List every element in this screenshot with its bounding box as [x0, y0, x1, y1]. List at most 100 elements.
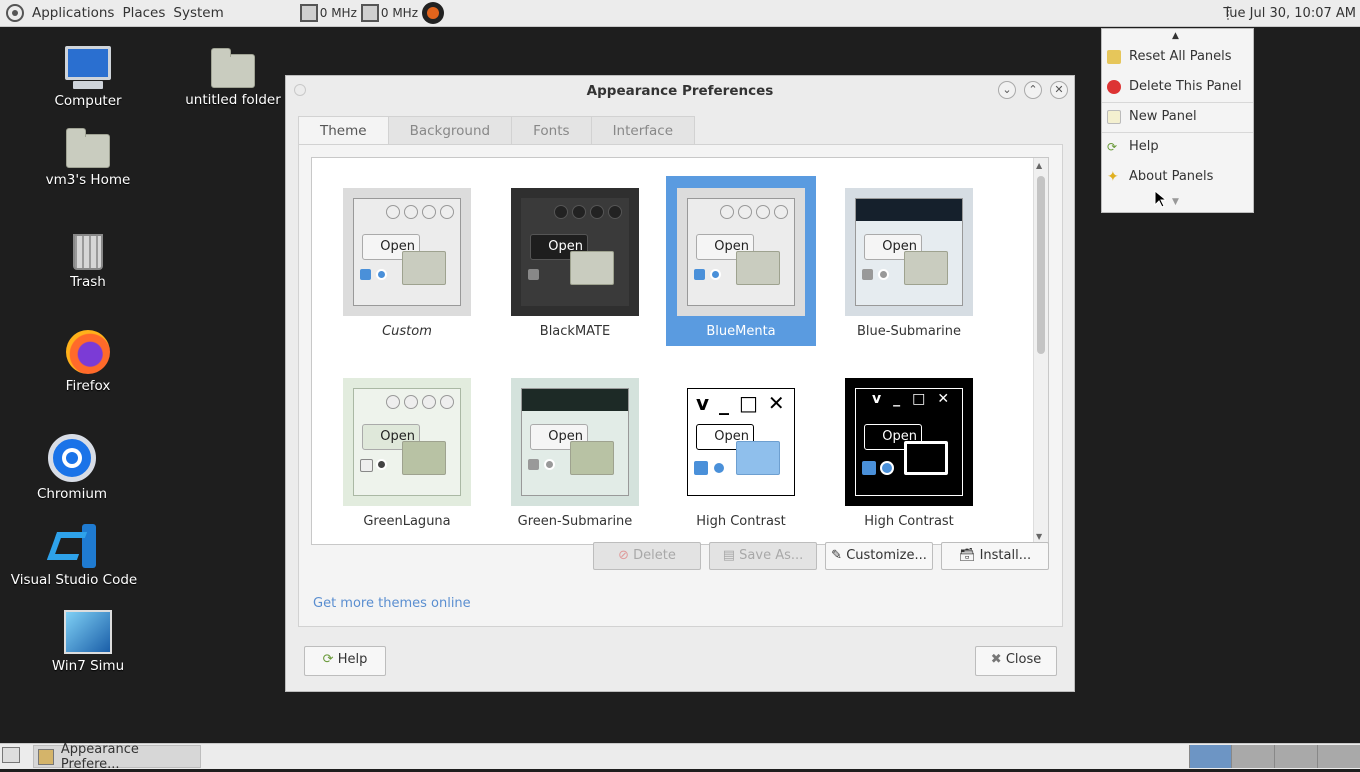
- menu-item-reset-all-panels[interactable]: Reset All Panels: [1102, 42, 1253, 71]
- vscode-icon: [52, 524, 96, 568]
- save-icon: ▤: [722, 548, 736, 563]
- tab-theme[interactable]: Theme: [298, 116, 389, 145]
- theme-item[interactable]: Open BlackMATE: [500, 176, 650, 346]
- scroll-up-icon[interactable]: ▲: [1036, 161, 1042, 170]
- theme-name: GreenLaguna: [363, 514, 451, 529]
- help-icon: ⟳: [322, 652, 334, 667]
- desktop-icon-label: Trash: [70, 274, 106, 290]
- help-icon: ⟳: [1107, 139, 1118, 154]
- theme-item[interactable]: Open Custom: [332, 176, 482, 346]
- folder-icon: [570, 441, 614, 475]
- taskbar-item-appearance[interactable]: Appearance Prefere...: [33, 742, 201, 772]
- customize-icon: ✎: [831, 548, 843, 563]
- folder-icon: [904, 441, 948, 475]
- theme-item[interactable]: v_□✕ Open High Contrast: [666, 366, 816, 536]
- cpu-freq-monitor-2[interactable]: 0 MHz: [360, 4, 418, 22]
- desktop-icon-label: Visual Studio Code: [10, 572, 138, 588]
- win7-simu-icon: [64, 610, 112, 654]
- help-label: Help: [337, 652, 368, 667]
- desktop-icon-trash[interactable]: Trash: [28, 230, 148, 290]
- theme-preview: Open: [343, 188, 471, 316]
- desktop-icon-untitled-folder[interactable]: untitled folder: [183, 48, 283, 108]
- menu-item-new-panel[interactable]: New Panel: [1102, 102, 1253, 131]
- theme-name: Blue-Submarine: [856, 324, 962, 339]
- menu-item-label: Reset All Panels: [1129, 49, 1232, 64]
- theme-preview: Open: [343, 378, 471, 506]
- desktop-icon-label: Firefox: [65, 378, 111, 394]
- theme-tab-panel: Open Custom Open BlackMATE Open BlueMent…: [298, 144, 1063, 627]
- theme-item[interactable]: Open Blue-Submarine: [834, 176, 984, 346]
- show-desktop-icon[interactable]: [2, 747, 20, 763]
- theme-item[interactable]: Open GreenLaguna: [332, 366, 482, 536]
- appearance-app-icon: [38, 748, 54, 765]
- menu-scroll-up-icon[interactable]: ▲: [1172, 31, 1179, 41]
- help-button[interactable]: ⟳ Help: [304, 646, 386, 676]
- workspace-1[interactable]: [1189, 745, 1231, 768]
- desktop-icon-home[interactable]: vm3's Home: [28, 128, 148, 188]
- theme-name: Custom: [382, 324, 432, 339]
- delete-label: Delete: [633, 548, 676, 563]
- save-as-button[interactable]: ▤ Save As...: [709, 542, 817, 570]
- menu-scroll-down-icon[interactable]: ▼: [1172, 197, 1179, 207]
- theme-list-scrollbar[interactable]: ▲ ▼: [1033, 158, 1048, 544]
- maximize-button[interactable]: ⌃: [1024, 81, 1042, 99]
- close-window-button[interactable]: ✕: [1050, 81, 1068, 99]
- scroll-down-icon[interactable]: ▼: [1036, 532, 1042, 541]
- customize-button[interactable]: ✎ Customize...: [825, 542, 933, 570]
- scroll-thumb[interactable]: [1037, 176, 1045, 354]
- cpu-chip-icon: [360, 4, 379, 22]
- theme-item[interactable]: v_□✕ Open High Contrast: [834, 366, 984, 536]
- delete-theme-button[interactable]: ⊘ Delete: [593, 542, 701, 570]
- menu-item-label: New Panel: [1129, 109, 1197, 124]
- mate-logo-icon[interactable]: [6, 4, 24, 22]
- dialog-title: Appearance Preferences: [586, 83, 774, 99]
- menu-applications[interactable]: Applications: [28, 5, 118, 21]
- menu-system[interactable]: System: [169, 5, 227, 21]
- computer-icon: [65, 46, 111, 80]
- close-button[interactable]: ✖ Close: [975, 646, 1057, 676]
- cpu-freq-monitor-1[interactable]: 0 MHz: [299, 4, 357, 22]
- menu-item-delete-this-panel[interactable]: Delete This Panel: [1102, 72, 1253, 101]
- workspace-4[interactable]: [1317, 745, 1360, 768]
- system-monitor-icon[interactable]: [422, 2, 444, 24]
- menu-places[interactable]: Places: [118, 5, 169, 21]
- folder-icon: [904, 251, 948, 285]
- theme-preview: Open: [511, 378, 639, 506]
- desktop-icon-firefox[interactable]: Firefox: [28, 330, 148, 394]
- close-icon: ✖: [990, 652, 1002, 667]
- menu-item-label: About Panels: [1129, 169, 1214, 184]
- install-icon: 🗃: [958, 548, 976, 563]
- panel-context-menu: ▲ Reset All Panels Delete This Panel New…: [1101, 28, 1254, 213]
- tab-interface[interactable]: Interface: [591, 116, 696, 146]
- delete-icon: ⊘: [618, 548, 630, 563]
- workspace-3[interactable]: [1274, 745, 1317, 768]
- menu-item-about-panels[interactable]: ✦ About Panels: [1102, 162, 1253, 191]
- tab-background[interactable]: Background: [388, 116, 513, 146]
- desktop-icon-chromium[interactable]: Chromium: [12, 434, 132, 502]
- clock[interactable]: Tue Jul 30, 10:07 AM: [1223, 6, 1356, 21]
- minimize-button[interactable]: ⌄: [998, 81, 1016, 99]
- desktop-icon-win7-simu[interactable]: Win7 Simu: [28, 610, 148, 674]
- install-button[interactable]: 🗃 Install...: [941, 542, 1049, 570]
- install-label: Install...: [979, 548, 1032, 563]
- theme-preview: Open: [845, 188, 973, 316]
- theme-item[interactable]: Open Green-Submarine: [500, 366, 650, 536]
- desktop-icon-vscode[interactable]: Visual Studio Code: [10, 524, 138, 588]
- menu-item-label: Delete This Panel: [1129, 79, 1242, 94]
- folder-icon: [402, 441, 446, 475]
- menu-item-help[interactable]: ⟳ Help: [1102, 132, 1253, 161]
- theme-name: Green-Submarine: [517, 514, 633, 529]
- tab-fonts[interactable]: Fonts: [512, 116, 592, 146]
- firefox-icon: [66, 330, 110, 374]
- cpu-freq-label: 0 MHz: [380, 6, 418, 20]
- theme-preview: Open: [677, 188, 805, 316]
- menu-item-label: Help: [1129, 139, 1159, 154]
- theme-name: BlackMATE: [539, 324, 611, 339]
- theme-list: Open Custom Open BlackMATE Open BlueMent…: [311, 157, 1049, 545]
- workspace-2[interactable]: [1231, 745, 1274, 768]
- trash-icon: [73, 234, 103, 270]
- theme-item-selected[interactable]: Open BlueMenta: [666, 176, 816, 346]
- more-themes-link[interactable]: Get more themes online: [313, 596, 471, 611]
- desktop-icon-label: vm3's Home: [45, 172, 131, 188]
- desktop-icon-computer[interactable]: Computer: [28, 46, 148, 109]
